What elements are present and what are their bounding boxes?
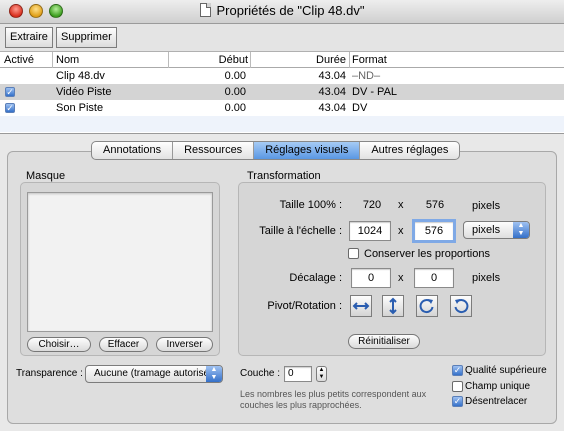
layer-hint: Les nombres les plus petits corresponden… (240, 389, 427, 410)
superior-quality-label: Qualité supérieure (465, 365, 547, 376)
row-format: –ND– (352, 70, 381, 82)
offset-x-field[interactable]: 0 (351, 268, 391, 288)
row-name: Clip 48.dv (56, 70, 105, 82)
row-duration: 43.04 (318, 86, 346, 98)
tab-resources[interactable]: Ressources (173, 142, 255, 159)
layer-field[interactable]: 0 (284, 366, 312, 382)
flip-horizontal-button[interactable] (350, 295, 372, 317)
column-header-format[interactable]: Format (352, 54, 387, 66)
size100-height: 576 (425, 199, 445, 211)
row-duration: 43.04 (318, 70, 346, 82)
row-name: Vidéo Piste (56, 86, 112, 98)
transparency-select[interactable]: Aucune (tramage autorisé) ▲ ▼ (85, 365, 223, 383)
table-row[interactable]: ✓ Vidéo Piste 0.00 43.04 DV - PAL (0, 84, 564, 100)
tab-bar: Annotations Ressources Réglages visuels … (91, 141, 461, 160)
row-format: DV (352, 102, 368, 114)
rotate-counterclockwise-button[interactable] (450, 295, 472, 317)
row-start: 0.00 (224, 86, 246, 98)
column-header-active[interactable]: Activé (4, 54, 34, 66)
scaled-unit-value: pixels (472, 224, 501, 236)
table-row[interactable]: ✓ Son Piste 0.00 43.04 DV (0, 100, 564, 116)
clear-mask-button[interactable]: Effacer (99, 337, 148, 352)
column-header-duration[interactable]: Durée (252, 54, 346, 66)
size100-unit: pixels (472, 200, 501, 212)
active-checkbox[interactable]: ✓ (5, 103, 15, 113)
row-name: Son Piste (56, 102, 104, 114)
size100-label: Taille 100% : (279, 199, 342, 211)
mask-image-well[interactable] (27, 192, 213, 332)
offset-y-field[interactable]: 0 (414, 268, 454, 288)
rotate-counterclockwise-icon (454, 299, 469, 314)
active-checkbox[interactable]: ✓ (5, 87, 15, 97)
column-header-start[interactable]: Début (170, 54, 248, 66)
superior-quality-checkbox[interactable]: ✓ (452, 365, 463, 376)
transparency-label: Transparence : (16, 368, 83, 379)
invert-mask-button[interactable]: Inverser (156, 337, 213, 352)
title-bar: Propriétés de "Clip 48.dv" (0, 0, 564, 24)
extract-button[interactable]: Extraire (5, 27, 53, 48)
rotate-clockwise-icon (419, 299, 434, 314)
tab-annotations[interactable]: Annotations (92, 142, 174, 159)
size100-x: x (398, 199, 404, 211)
window-title: Propriétés de "Clip 48.dv" (216, 3, 365, 18)
flip-horizontal-icon (352, 302, 370, 310)
deinterlace-checkbox[interactable]: ✓ (452, 396, 463, 407)
deinterlace-label: Désentrelacer (465, 396, 528, 407)
choose-mask-button[interactable]: Choisir… (27, 337, 91, 352)
window-title-group: Propriétés de "Clip 48.dv" (0, 3, 564, 18)
scaled-height-field[interactable]: 576 (412, 219, 456, 243)
row-format: DV - PAL (352, 86, 398, 98)
size100-width: 720 (362, 199, 382, 211)
mask-label: Masque (26, 170, 66, 182)
single-field-checkbox[interactable] (452, 381, 463, 392)
row-duration: 43.04 (318, 102, 346, 114)
layer-stepper[interactable]: ▲ ▼ (316, 366, 327, 382)
toolbar: Extraire Supprimer (0, 24, 564, 52)
chevron-updown-icon: ▲ ▼ (513, 222, 529, 238)
track-table: Activé Nom Début Durée Format Clip 48.dv… (0, 52, 564, 134)
table-header: Activé Nom Début Durée Format (0, 52, 564, 68)
scaled-unit-select[interactable]: pixels ▲ ▼ (463, 221, 530, 239)
chevron-updown-icon: ▲ ▼ (206, 366, 222, 382)
delete-button[interactable]: Supprimer (56, 27, 117, 48)
tab-visual-settings[interactable]: Réglages visuels (254, 142, 361, 159)
offset-x-sep: x (398, 272, 404, 284)
row-start: 0.00 (224, 102, 246, 114)
rotate-clockwise-button[interactable] (416, 295, 438, 317)
pivot-rotation-label: Pivot/Rotation : (267, 300, 342, 312)
column-header-name[interactable]: Nom (56, 54, 79, 66)
table-row-empty (0, 116, 564, 132)
scaled-x: x (398, 225, 404, 237)
scaled-size-label: Taille à l'échelle : (259, 225, 342, 237)
transparency-value: Aucune (tramage autorisé) (94, 368, 213, 379)
flip-vertical-button[interactable] (382, 295, 404, 317)
layer-label: Couche : (240, 368, 281, 379)
row-start: 0.00 (224, 70, 246, 82)
scaled-width-field[interactable]: 1024 (349, 221, 391, 241)
tab-other-settings[interactable]: Autres réglages (360, 142, 459, 159)
single-field-label: Champ unique (465, 381, 531, 392)
transformation-label: Transformation (247, 170, 321, 182)
reset-button[interactable]: Réinitialiser (348, 334, 420, 349)
keep-proportions-label: Conserver les proportions (364, 248, 490, 260)
table-row[interactable]: Clip 48.dv 0.00 43.04 –ND– (0, 68, 564, 84)
flip-vertical-icon (389, 297, 397, 315)
offset-unit: pixels (472, 272, 501, 284)
document-icon (199, 3, 211, 17)
offset-label: Décalage : (289, 272, 342, 284)
keep-proportions-checkbox[interactable] (348, 248, 359, 259)
